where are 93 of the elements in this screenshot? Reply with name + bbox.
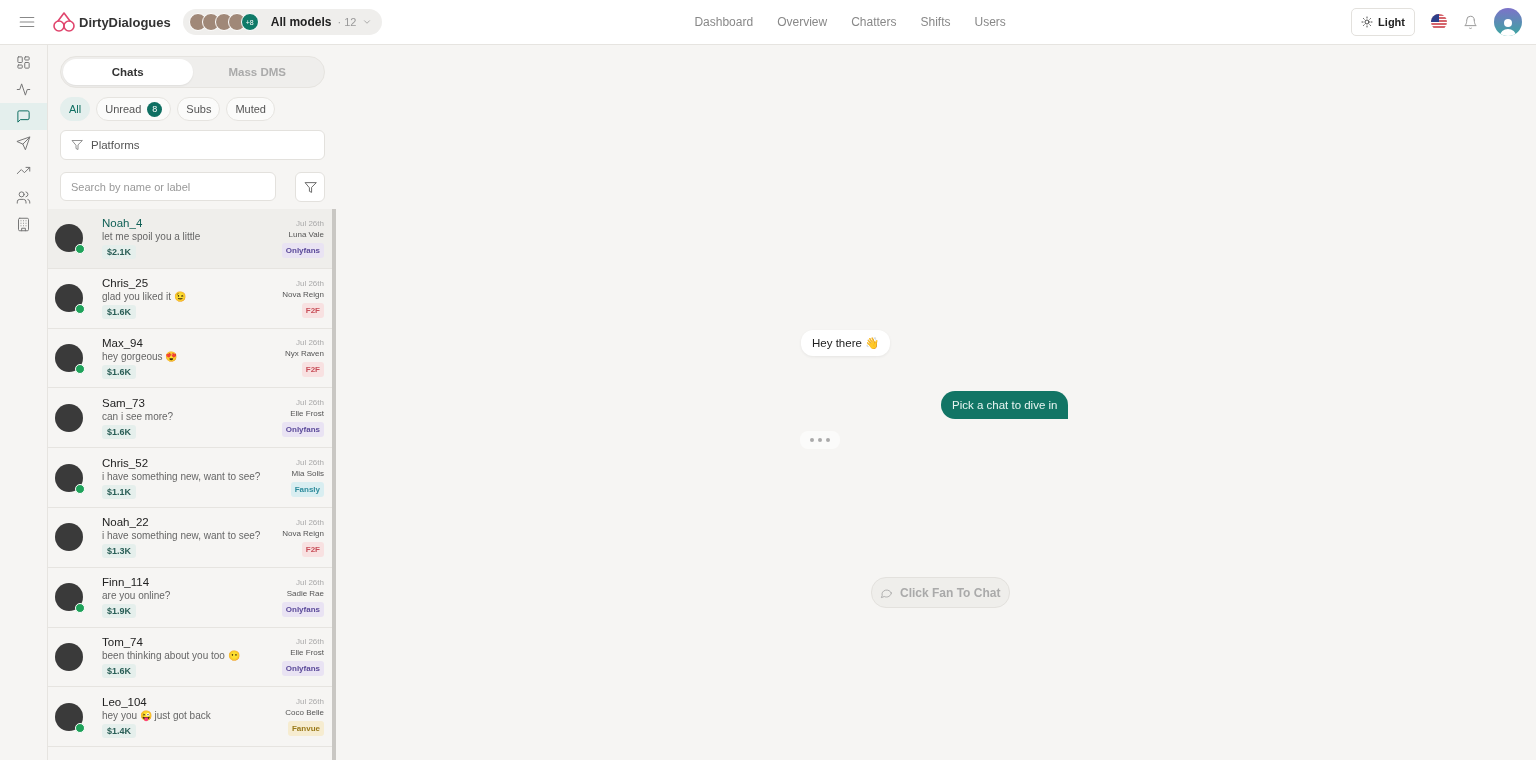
outgoing-message: Pick a chat to dive in — [941, 391, 1069, 419]
chat-row[interactable]: Noah_22 i have something new, want to see? $1.3K Jul 26th Nova Reign F2F — [48, 508, 332, 568]
model-name: Mia Solis — [291, 469, 324, 479]
platform-tag: Onlyfans — [281, 661, 324, 677]
brand-name: DirtyDialogues — [79, 14, 171, 30]
fan-name: Max_94 — [102, 337, 143, 349]
chat-date: Jul 26th — [295, 398, 324, 408]
model-name: Coco Belle — [285, 708, 324, 718]
incoming-message: Hey there 👋 — [801, 330, 891, 356]
spend-amount: $1.9K — [102, 604, 137, 619]
fan-name: Chris_52 — [102, 456, 149, 469]
platform-tag: Fansly — [290, 482, 324, 498]
click-fan-hint: Click Fan To Chat — [871, 577, 1011, 608]
spend-amount: $2.1K — [102, 245, 137, 260]
avatar-placeholder — [55, 642, 83, 671]
nav-link[interactable]: Dashboard — [682, 11, 766, 33]
chat-row[interactable]: Chris_25 glad you liked it 😉 $1.6K Jul 26th Nova Reign F2F — [48, 268, 332, 329]
filter-icon — [71, 139, 83, 151]
model-name: Sadie Rae — [286, 588, 324, 598]
fan-name: Leo_104 — [102, 695, 147, 708]
platform-tag: Onlyfans — [281, 601, 324, 617]
platform-tag: Onlyfans — [281, 242, 324, 258]
filter-icon — [303, 180, 317, 194]
chat-row[interactable]: Tom_74 been thinking about you too 😶 $1.6K Jul 26th Elle Frost Onlyfans — [48, 627, 332, 688]
nav-link[interactable]: Shifts — [908, 11, 963, 33]
chat-date: Jul 26th — [295, 278, 324, 288]
fan-name: Sam_73 — [102, 396, 145, 409]
spend-amount: $1.6K — [102, 365, 137, 379]
spend-amount: $1.3K — [102, 544, 137, 559]
chat-row[interactable]: Finn_114 are you online? $1.9K Jul 26th Sadie Rae Onlyfans — [48, 567, 332, 628]
last-message: let me spoil you a little — [102, 231, 201, 243]
filter-chip[interactable]: Unread 8 — [96, 97, 172, 121]
user-avatar[interactable] — [1494, 8, 1522, 36]
filter-chip[interactable]: All — [60, 97, 91, 121]
chat-date: Jul 26th — [295, 458, 324, 468]
last-message: i have something new, want to see? — [102, 530, 261, 542]
last-message: hey you 😜 just got back — [102, 709, 211, 721]
filter-chip[interactable]: Subs — [177, 97, 221, 121]
chat-date: Jul 26th — [295, 697, 324, 707]
model-name: Elle Frost — [290, 409, 324, 419]
chat-row[interactable]: Leo_104 hey you 😜 just got back $1.4K Jul 26th Coco Belle Fanvue — [48, 687, 332, 748]
last-message: i have something new, want to see? — [102, 470, 261, 482]
platform-tag: Fanvue — [288, 721, 324, 737]
platform-tag: F2F — [301, 362, 324, 378]
unread-count: 8 — [147, 101, 163, 117]
chat-date: Jul 26th — [295, 637, 324, 647]
nav-link[interactable]: Chatters — [839, 11, 909, 33]
logo-icon — [52, 11, 76, 33]
search-field[interactable]: Search by name or label — [60, 172, 276, 201]
chat-row[interactable]: Max_94 hey gorgeous 😍 $1.6K Jul 26th Nyx Raven F2F — [48, 328, 332, 389]
fan-name: Tom_74 — [102, 635, 143, 648]
filter-button[interactable] — [295, 172, 325, 202]
nav-link[interactable]: Users — [962, 11, 1018, 33]
last-message: can i see more? — [102, 410, 174, 422]
theme-button[interactable]: Light — [1351, 8, 1415, 36]
model-name: Elle Frost — [290, 648, 324, 658]
tab[interactable]: Chats — [63, 59, 193, 85]
chat-date: Jul 26th — [295, 338, 324, 348]
chat-date: Jul 26th — [295, 577, 324, 587]
chat-row[interactable]: Chris_52 i have something new, want to see? $1.1K Jul 26th Mia Solis Fansly — [48, 448, 332, 508]
last-message: been thinking about you too 😶 — [102, 649, 240, 661]
caret-icon — [362, 17, 373, 27]
avatar-placeholder — [55, 523, 83, 552]
last-message: are you online? — [102, 590, 171, 602]
spend-amount: $1.6K — [102, 424, 137, 439]
platform-tag: F2F — [301, 302, 324, 318]
filter-chip[interactable]: Muted — [226, 97, 275, 121]
fan-name: Noah_22 — [102, 516, 149, 529]
fan-name: Chris_25 — [102, 277, 149, 290]
model-name: Nova Reign — [282, 528, 324, 538]
fan-name: Finn_114 — [102, 576, 150, 589]
last-message: hey gorgeous 😍 — [102, 351, 178, 362]
chat-icon[interactable] — [0, 103, 47, 130]
last-message: glad you liked it 😉 — [102, 291, 186, 303]
nav-link[interactable]: Overview — [765, 11, 840, 33]
model-avatar — [188, 13, 207, 31]
spend-amount: $1.6K — [102, 663, 137, 678]
spend-amount: $1.6K — [102, 305, 137, 320]
spend-amount: $1.1K — [102, 484, 137, 499]
fan-name: Noah_4 — [102, 217, 143, 230]
model-name: Luna Vale — [288, 229, 324, 239]
spend-amount: $1.4K — [102, 723, 137, 738]
flag-icon[interactable] — [1431, 14, 1447, 30]
platforms-dropdown[interactable]: Platforms — [60, 130, 325, 160]
platform-tag: F2F — [301, 541, 324, 557]
sun-icon — [1361, 16, 1374, 28]
chat-date: Jul 26th — [295, 517, 324, 527]
platform-tag: Onlyfans — [281, 422, 324, 438]
model-name: Nova Reign — [282, 289, 324, 299]
chat-row[interactable]: Sam_73 can i see more? $1.6K Jul 26th Elle Frost Onlyfans — [48, 388, 332, 449]
model-name: Nyx Raven — [284, 349, 324, 359]
avatar-placeholder — [55, 403, 83, 432]
bell-icon[interactable] — [1463, 14, 1478, 30]
